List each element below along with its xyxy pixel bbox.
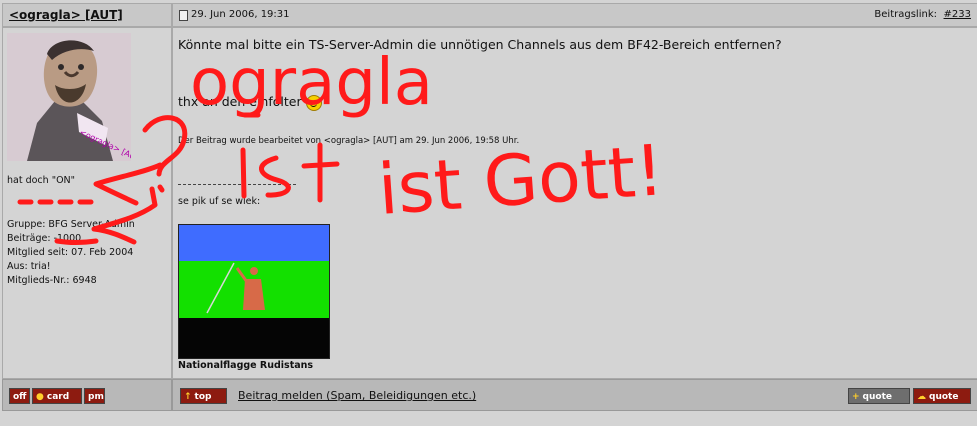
author-header: <ogragla> [AUT] <box>2 3 172 27</box>
plus-icon: + <box>852 392 860 402</box>
avatar: <ogragla> [AUT] <box>7 33 131 161</box>
user-group: Gruppe: BFG Server-Admin <box>7 219 135 230</box>
user-card-icon: ● <box>36 392 44 402</box>
post-content: Könnte mal bitte ein TS-Server-Admin die… <box>172 27 977 379</box>
flag-image <box>178 224 330 359</box>
author-actions-bar: off ● card pm <box>2 379 172 411</box>
user-status: hat doch "ON" <box>7 175 76 186</box>
report-post-link[interactable]: Beitrag melden (Spam, Beleidigungen etc.… <box>238 389 476 402</box>
post-actions-bar: ↑ top Beitrag melden (Spam, Beleidigungen… <box>172 379 977 411</box>
post-text-line-2: thx an den einfolter <box>178 94 322 111</box>
post-text-thanks: thx an den einfolter <box>178 94 302 109</box>
page-bottom-strip <box>0 411 977 426</box>
edit-note: Der Beitrag wurde bearbeitet von <ogragl… <box>178 136 520 146</box>
forum-post: <ogragla> [AUT] 29. Jun 2006, 19:31 Beit… <box>0 0 977 426</box>
arrow-up-icon: ↑ <box>184 392 192 402</box>
post-header: 29. Jun 2006, 19:31 Beitragslink: #233 <box>172 3 977 27</box>
user-member-since: Mitglied seit: 07. Feb 2004 <box>7 247 134 258</box>
pm-button[interactable]: pm <box>84 388 105 404</box>
smiley-icon <box>305 94 322 111</box>
signature-divider <box>178 184 296 185</box>
quote-button[interactable]: ☁ quote <box>913 388 971 404</box>
post-icon <box>179 10 188 21</box>
author-link[interactable]: <ogragla> [AUT] <box>9 8 123 22</box>
card-button[interactable]: ● card <box>32 388 82 404</box>
top-button[interactable]: ↑ top <box>180 388 227 404</box>
author-info-panel: <ogragla> [AUT] hat doch "ON" Gruppe: BF… <box>2 27 172 379</box>
status-off-button[interactable]: off <box>9 388 30 404</box>
user-location: Aus: tria! <box>7 261 51 272</box>
signature-text: se pik uf se wiek: <box>178 196 261 207</box>
user-member-number: Mitglieds-Nr.: 6948 <box>7 275 97 286</box>
card-label: card <box>46 392 70 402</box>
user-posts: Beiträge: -1000 <box>7 233 82 244</box>
post-text-line-1: Könnte mal bitte ein TS-Server-Admin die… <box>178 37 782 52</box>
post-date: 29. Jun 2006, 19:31 <box>191 9 290 20</box>
user-stats: Gruppe: BFG Server-Admin Beiträge: -1000… <box>7 218 135 288</box>
multiquote-button[interactable]: + quote <box>848 388 910 404</box>
top-label: top <box>194 392 212 402</box>
quote-label: quote <box>929 392 959 402</box>
speech-bubble-icon: ☁ <box>917 392 926 402</box>
multiquote-label: quote <box>862 392 892 402</box>
post-link[interactable]: #233 <box>944 9 971 20</box>
flag-caption: Nationalflagge Rudistans <box>178 360 314 371</box>
post-link-label: Beitragslink: <box>874 9 937 20</box>
